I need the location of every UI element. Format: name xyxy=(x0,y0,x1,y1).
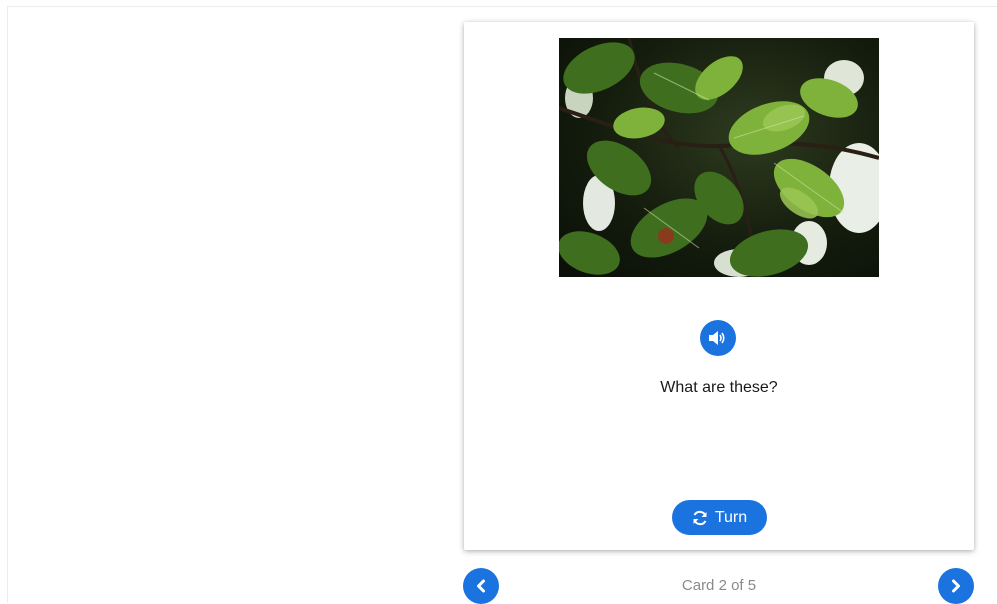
rotate-icon xyxy=(693,510,707,525)
oak-leaves-image xyxy=(559,38,879,277)
play-audio-button[interactable] xyxy=(700,320,736,356)
speaker-icon xyxy=(709,331,725,345)
card-image xyxy=(559,38,879,277)
chevron-right-icon xyxy=(952,579,960,593)
turn-label: Turn xyxy=(714,508,748,526)
card-question: What are these? xyxy=(660,379,778,396)
flashcard: What are these? Turn xyxy=(464,22,974,550)
card-counter: Card 2 of 5 xyxy=(681,577,757,594)
next-card-button[interactable] xyxy=(938,568,974,604)
turn-card-button[interactable]: Turn xyxy=(672,500,767,535)
